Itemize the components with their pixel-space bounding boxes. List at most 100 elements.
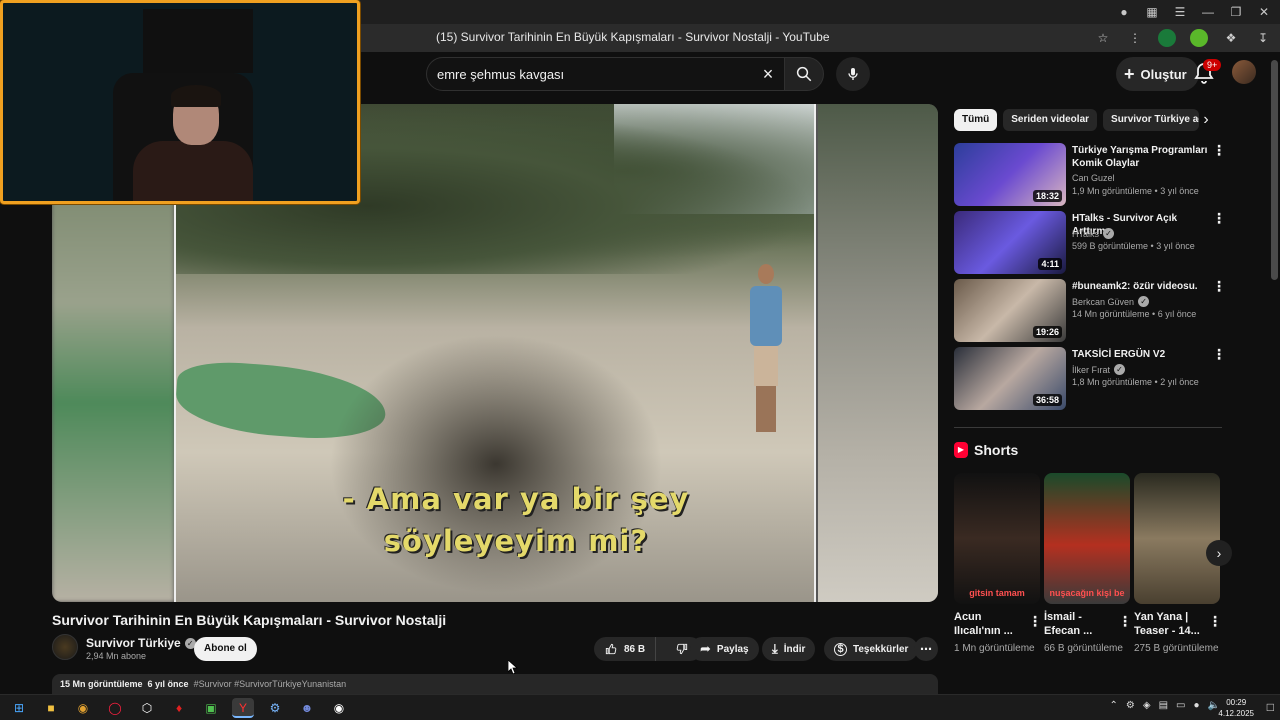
search-button[interactable] xyxy=(784,57,824,91)
microphone-icon xyxy=(848,68,858,80)
recommendation-channel[interactable]: HTalks ✓ xyxy=(1072,228,1115,239)
windows-start-icon[interactable]: ⊞ xyxy=(8,698,30,718)
short-thumbnail[interactable]: gitsin tamam xyxy=(954,473,1040,604)
more-vertical-icon[interactable]: ⋮ xyxy=(1212,211,1226,229)
system-clock[interactable]: 00:29 4.12.2025 xyxy=(1218,697,1254,719)
tabs-icon[interactable]: ▦ xyxy=(1144,4,1160,20)
chip-channel[interactable]: Survivor Türkiye adlı y xyxy=(1103,109,1200,131)
more-horizontal-icon: ⋯ xyxy=(920,642,932,656)
short-item[interactable]: Yan Yana | Teaser - 14... 275 B görüntül… xyxy=(1134,473,1222,656)
chips-next-icon[interactable]: › xyxy=(1196,110,1216,130)
tray-nvidia-icon[interactable]: ◈ xyxy=(1143,700,1151,711)
recommendation-thumbnail[interactable]: 36:58 xyxy=(954,347,1066,410)
short-item[interactable]: nuşacağın kişi be İsmail - Efecan ... 66… xyxy=(1044,473,1132,656)
clear-search-icon[interactable]: × xyxy=(757,63,779,85)
verified-icon: ✓ xyxy=(1138,296,1150,307)
recommendation-item[interactable]: 4:11 HTalks - Survivor Açık Arttırma HTa… xyxy=(954,211,1226,275)
chrome-icon[interactable]: ◉ xyxy=(72,698,94,718)
recommendation-thumbnail[interactable]: 18:32 xyxy=(954,143,1066,206)
description-box[interactable]: 15 Mn görüntüleme 6 yıl önce #Survivor #… xyxy=(52,674,938,694)
recommendation-title[interactable]: TAKSİCİ ERGÜN V2 xyxy=(1072,348,1208,361)
share-button[interactable]: ➦ Paylaş xyxy=(690,637,759,661)
create-button[interactable]: + Oluştur xyxy=(1116,57,1199,91)
recommendation-channel-name: Can Guzel xyxy=(1072,173,1115,183)
more-vertical-icon[interactable]: ⋮ xyxy=(1028,614,1042,628)
recommendation-channel[interactable]: Can Guzel xyxy=(1072,173,1115,183)
short-thumbnail[interactable] xyxy=(1134,473,1220,604)
recommendation-item[interactable]: 19:26 #buneamk2: özür videosu. Berkcan G… xyxy=(954,279,1226,343)
account-avatar[interactable] xyxy=(1232,60,1256,84)
duration-badge: 18:32 xyxy=(1032,190,1062,202)
short-title[interactable]: Acun Ilıcalı'nın ... xyxy=(954,610,1028,638)
recommendation-title[interactable]: #buneamk2: özür videosu. xyxy=(1072,280,1208,293)
steam-icon[interactable]: ⚙ xyxy=(264,698,286,718)
puzzle-icon[interactable]: ❖ xyxy=(1222,29,1240,47)
short-views: 66 B görüntüleme xyxy=(1044,643,1123,654)
yandex-browser-icon[interactable]: Y xyxy=(232,698,254,718)
short-item[interactable]: gitsin tamam Acun Ilıcalı'nın ... 1 Mn g… xyxy=(954,473,1042,656)
short-title[interactable]: Yan Yana | Teaser - 14... xyxy=(1134,610,1208,638)
app-red-icon[interactable]: ♦ xyxy=(168,698,190,718)
more-vertical-icon[interactable]: ⋮ xyxy=(1208,614,1222,628)
clock-time: 00:29 xyxy=(1226,698,1247,707)
minimize-icon[interactable]: — xyxy=(1200,4,1216,20)
short-title[interactable]: İsmail - Efecan ... xyxy=(1044,610,1118,638)
short-thumbnail[interactable]: nuşacağın kişi be xyxy=(1044,473,1130,604)
restore-icon[interactable]: ❐ xyxy=(1228,4,1244,20)
recommendation-channel[interactable]: İlker Fırat ✓ xyxy=(1072,364,1126,375)
obs-icon[interactable]: ◉ xyxy=(328,698,350,718)
extension-lime-icon[interactable] xyxy=(1190,29,1208,47)
recommendation-channel-name: İlker Fırat xyxy=(1072,364,1111,375)
more-vertical-icon[interactable]: ⋮ xyxy=(1212,347,1226,365)
recommendation-channel[interactable]: Berkcan Güven ✓ xyxy=(1072,296,1150,307)
recommendation-thumbnail[interactable]: 19:26 xyxy=(954,279,1066,342)
recommendation-meta: 599 B görüntüleme • 3 yıl önce xyxy=(1072,241,1195,251)
opera-icon[interactable]: ◯ xyxy=(104,698,126,718)
download-button[interactable]: ⤓ İndir xyxy=(762,637,816,661)
search-input[interactable]: emre şehmus kavgası × xyxy=(426,57,786,91)
chip-all[interactable]: Tümü xyxy=(954,109,998,131)
extensions-icon[interactable]: ☰ xyxy=(1172,4,1188,20)
extension-green-icon[interactable] xyxy=(1158,29,1176,47)
network-icon[interactable]: ▤ xyxy=(1159,700,1168,711)
bookmark-icon[interactable]: ☆ xyxy=(1094,29,1112,47)
recommendation-title[interactable]: Türkiye Yarışma Programları Komik Olayla… xyxy=(1072,144,1208,170)
hashtags[interactable]: #Survivor #SurvivorTürkiyeYunanistan xyxy=(194,679,347,689)
more-vertical-icon[interactable]: ⋮ xyxy=(1212,143,1226,161)
close-icon[interactable]: ✕ xyxy=(1256,4,1272,20)
duration-badge: 4:11 xyxy=(1038,258,1062,270)
file-explorer-icon[interactable]: ■ xyxy=(40,698,62,718)
page-title: (15) Survivor Tarihinin En Büyük Kapışma… xyxy=(436,30,830,44)
webcam-overlay xyxy=(0,0,360,204)
more-actions-button[interactable]: ⋯ xyxy=(914,637,938,661)
store-icon[interactable]: ▣ xyxy=(200,698,222,718)
more-vertical-icon[interactable]: ⋮ xyxy=(1212,279,1226,297)
download-icon[interactable]: ↧ xyxy=(1254,29,1272,47)
notification-center-icon[interactable]: □ xyxy=(1267,700,1274,714)
thanks-button[interactable]: $ Teşekkürler xyxy=(824,637,919,661)
shorts-next-icon[interactable]: › xyxy=(1206,540,1232,566)
webcam-monitor xyxy=(143,9,253,73)
subscribe-button[interactable]: Abone ol xyxy=(194,637,257,661)
battery-icon[interactable]: ▭ xyxy=(1176,700,1185,711)
tray-app-icon[interactable]: ⚙ xyxy=(1126,700,1135,711)
shorts-logo-icon: ▶ xyxy=(954,442,968,458)
channel-name-text: Survivor Türkiye xyxy=(86,636,181,650)
recommendation-item[interactable]: 18:32 Türkiye Yarışma Programları Komik … xyxy=(954,143,1226,207)
chevron-up-icon[interactable]: ⌃ xyxy=(1110,700,1118,711)
recommendation-thumbnail[interactable]: 4:11 xyxy=(954,211,1066,274)
discord-icon[interactable]: ☻ xyxy=(296,698,318,718)
recommendation-channel-name: Berkcan Güven xyxy=(1072,296,1135,307)
microphone-tray-icon[interactable]: ● xyxy=(1194,700,1200,711)
channel-name[interactable]: Survivor Türkiye ✓ xyxy=(86,636,196,650)
profile-icon[interactable]: ● xyxy=(1116,4,1132,20)
menu-dots-icon[interactable]: ⋮ xyxy=(1126,29,1144,47)
app-hex-icon[interactable]: ⬡ xyxy=(136,698,158,718)
voice-search-button[interactable] xyxy=(836,57,870,91)
channel-avatar[interactable] xyxy=(52,634,78,660)
chip-series[interactable]: Seriden videolar xyxy=(1003,109,1098,131)
more-vertical-icon[interactable]: ⋮ xyxy=(1118,614,1132,628)
like-button[interactable]: 86 B xyxy=(594,637,657,661)
recommendation-item[interactable]: 36:58 TAKSİCİ ERGÜN V2 İlker Fırat ✓ 1,8 … xyxy=(954,347,1226,411)
page-scrollbar[interactable] xyxy=(1271,60,1278,280)
